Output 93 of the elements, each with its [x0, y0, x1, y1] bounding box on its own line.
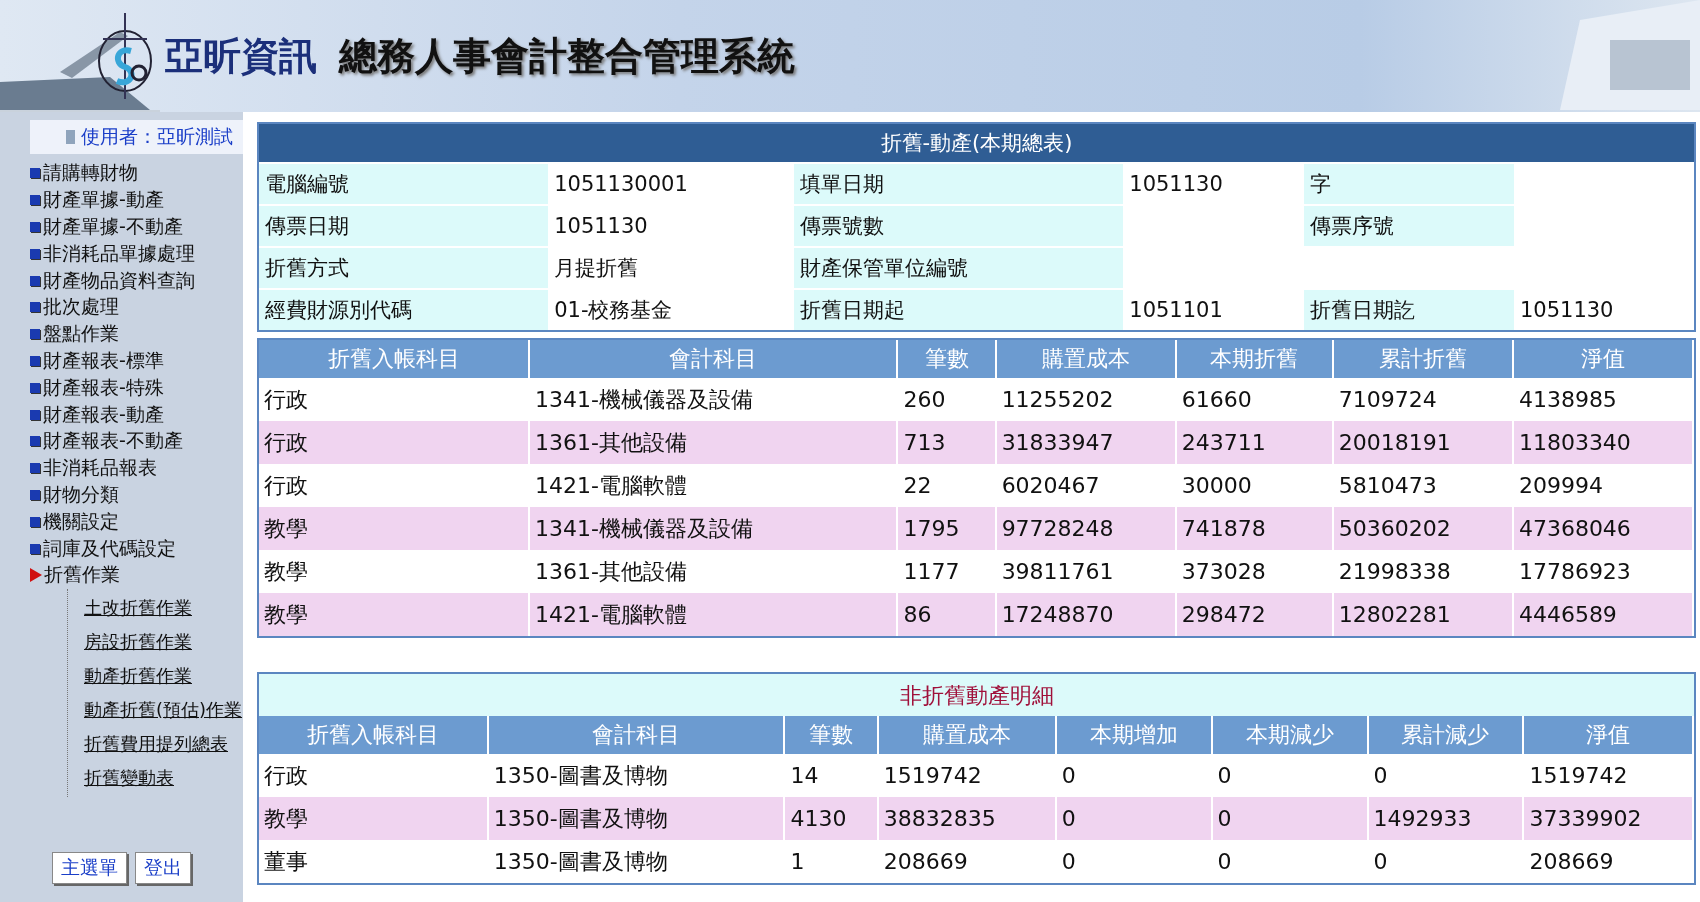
column-header: 本期增加 [1055, 716, 1212, 754]
table-cell: 0 [1055, 840, 1212, 883]
field-label: 傳票日期 [259, 206, 549, 246]
table-cell: 208669 [1523, 840, 1693, 883]
submenu-link[interactable]: 動產折舊(預估)作業 [84, 694, 243, 725]
table-cell: 86 [897, 593, 996, 636]
table-cell: 1341-機械儀器及設備 [529, 507, 898, 550]
column-header: 本期減少 [1211, 716, 1368, 754]
table-cell: 50360202 [1332, 507, 1513, 550]
field-label: 折舊日期起 [793, 290, 1124, 330]
menu-item[interactable]: 折舊作業 [30, 561, 243, 589]
table-cell: 1361-其他設備 [529, 421, 898, 464]
field-label: 經費財源別代碼 [259, 290, 549, 330]
table-cell: 11803340 [1512, 421, 1693, 464]
table-cell: 教學 [259, 797, 488, 840]
table-cell: 20018191 [1332, 421, 1513, 464]
menu-item[interactable]: 財物分類 [30, 481, 243, 509]
table-cell: 12802281 [1332, 593, 1513, 636]
table-cell: 298472 [1175, 593, 1333, 636]
logo-icon [95, 11, 155, 101]
column-header: 會計科目 [529, 340, 898, 378]
column-header: 購置成本 [877, 716, 1056, 754]
table-cell: 38832835 [877, 797, 1056, 840]
table-cell: 4446589 [1512, 593, 1693, 636]
column-header: 會計科目 [487, 716, 785, 754]
menu-item[interactable]: 財產報表-動產 [30, 401, 243, 428]
menu-item[interactable]: 機關設定 [30, 508, 243, 536]
table-cell: 1795 [897, 507, 996, 550]
table-cell: 713 [897, 421, 996, 464]
table-cell: 0 [1211, 797, 1368, 840]
field-label: 折舊日期訖 [1304, 290, 1514, 330]
menu-item[interactable]: 財產報表-不動產 [30, 427, 243, 455]
submenu-link[interactable]: 土改折舊作業 [84, 592, 243, 623]
table-cell: 1492933 [1367, 797, 1524, 840]
table-cell: 0 [1211, 840, 1368, 883]
field-label: 字 [1304, 164, 1514, 204]
table-cell: 741878 [1175, 507, 1333, 550]
table-title: 非折舊動產明細 [259, 674, 1694, 716]
column-header: 折舊入帳科目 [259, 716, 488, 754]
user-label: 使用者：亞昕測試 [30, 120, 243, 154]
menu-item[interactable]: 財產報表-標準 [30, 347, 243, 375]
submenu-link[interactable]: 折舊費用提列總表 [84, 728, 243, 759]
menu-item[interactable]: 盤點作業 [30, 320, 243, 348]
column-header: 筆數 [897, 340, 996, 378]
table-cell: 208669 [877, 840, 1056, 883]
table-cell: 0 [1055, 797, 1212, 840]
menu-item[interactable]: 財產物品資料查詢 [30, 267, 243, 294]
field-label: 填單日期 [793, 164, 1124, 204]
field-label: 財產保管單位編號 [793, 248, 1124, 288]
menu-button[interactable]: 主選單 [52, 852, 127, 884]
column-header: 累計減少 [1367, 716, 1524, 754]
submenu-link[interactable]: 動產折舊作業 [84, 660, 243, 691]
column-header: 淨值 [1523, 716, 1693, 754]
menu-item[interactable]: 請購轉財物 [30, 160, 243, 187]
menu-item[interactable]: 詞庫及代碼設定 [30, 535, 243, 562]
column-header: 折舊入帳科目 [259, 340, 530, 378]
menu-item[interactable]: 非消耗品報表 [30, 454, 243, 482]
table-cell: 37339902 [1523, 797, 1693, 840]
menu-item[interactable]: 非消耗品單據處理 [30, 240, 243, 268]
column-header: 累計折舊 [1332, 340, 1513, 378]
table-cell: 243711 [1175, 421, 1333, 464]
table-cell: 教學 [259, 507, 530, 550]
table-cell: 董事 [259, 840, 488, 883]
menu-item[interactable]: 批次處理 [30, 294, 243, 321]
column-header: 筆數 [784, 716, 878, 754]
table-cell: 4130 [784, 797, 878, 840]
field-label: 電腦編號 [259, 164, 549, 204]
column-header: 本期折舊 [1175, 340, 1333, 378]
table-cell: 1 [784, 840, 878, 883]
table-cell: 教學 [259, 593, 530, 636]
field-label: 傳票號數 [793, 206, 1124, 246]
column-header: 淨值 [1512, 340, 1693, 378]
table-cell: 31833947 [995, 421, 1176, 464]
menu-item[interactable]: 財產單據-動產 [30, 186, 243, 214]
menu-button[interactable]: 登出 [135, 852, 191, 884]
submenu-link[interactable]: 房設折舊作業 [84, 626, 243, 657]
company-name: 亞昕資訊 [165, 32, 317, 80]
table-cell: 1350-圖書及博物 [487, 840, 785, 883]
table-cell: 1421-電腦軟體 [529, 593, 898, 636]
table-cell: 97728248 [995, 507, 1176, 550]
panel-title: 折舊-動產(本期總表) [259, 124, 1694, 164]
field-label: 傳票序號 [1304, 206, 1514, 246]
table-cell: 0 [1367, 840, 1524, 883]
table-cell: 47368046 [1512, 507, 1693, 550]
menu-item[interactable]: 財產報表-特殊 [30, 374, 243, 402]
menu-item[interactable]: 財產單據-不動產 [30, 213, 243, 241]
table-cell: 行政 [259, 421, 530, 464]
submenu-link[interactable]: 折舊變動表 [84, 762, 243, 793]
system-title: 總務人事會計整合管理系統 [339, 32, 795, 80]
field-label: 折舊方式 [259, 248, 549, 288]
table-cell: 1350-圖書及博物 [487, 797, 785, 840]
column-header: 購置成本 [995, 340, 1176, 378]
table-cell: 17248870 [995, 593, 1176, 636]
